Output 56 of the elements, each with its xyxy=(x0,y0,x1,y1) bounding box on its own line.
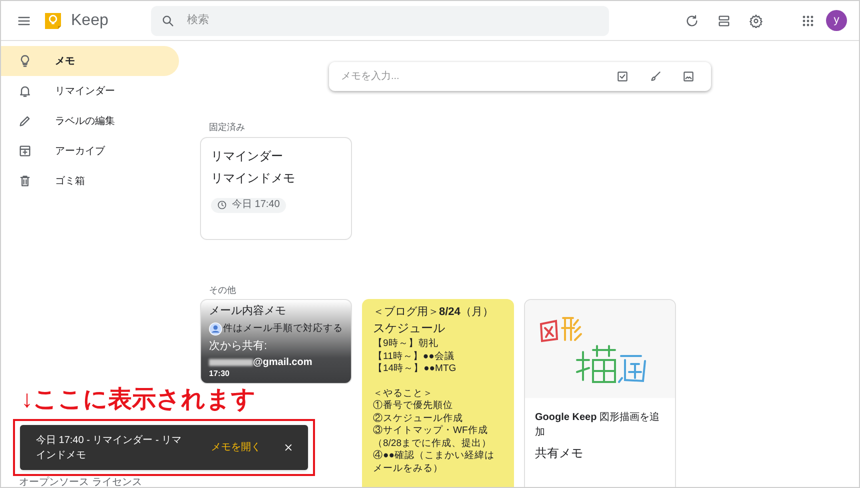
note-line: ＜やること＞ xyxy=(373,388,434,400)
note-card[interactable]: ＜ブログ用＞8/24（月） スケジュール 【9時～】朝礼 【11時～】●●会議 【14時～】●●MTG ＜やること＞ ①番号で優先順位 ②スケジュール作成 ③サイトマップ・WF作成 （8/28までに作成、提出） ④●●確認（こまかい経緯はメールをみる） xyxy=(362,299,514,487)
note-line: 【9時～】朝礼 xyxy=(373,338,440,350)
snackbar-message: 今日 17:40 - リマインダー - リマインドメモ xyxy=(36,434,183,462)
search-icon xyxy=(161,14,175,28)
reminder-chip[interactable]: 今日 17:40 xyxy=(211,198,286,212)
note-title: リマインダー xyxy=(211,148,284,164)
note-title: メール内容メモ xyxy=(209,304,287,319)
note-line: （8/28までに作成、提出） xyxy=(373,438,492,450)
search-input[interactable]: 検索 xyxy=(187,12,599,29)
note-time: 17:30 xyxy=(209,369,230,379)
note-line: 【14時～】●●MTG xyxy=(373,363,458,376)
section-label: 固定済み xyxy=(209,121,246,134)
note-line: 【11時～】●●会議 xyxy=(373,350,456,363)
note-card[interactable]: メール内容メモ 件はメール手順で対応する 次から共有: @gmail.com 17:30 xyxy=(200,299,352,384)
note-text: 件はメール手順で対応する xyxy=(223,322,343,336)
blurred-address xyxy=(209,359,253,366)
settings-icon[interactable] xyxy=(749,14,763,28)
note-line: ③サイトマップ・WF作成 xyxy=(373,425,489,438)
note-line: ②スケジュール作成 xyxy=(373,412,464,425)
shared-label: 次から共有: xyxy=(209,339,268,354)
note-title: ＜ブログ用＞8/24（月） xyxy=(373,304,494,320)
app-name[interactable]: Keep xyxy=(71,8,151,32)
search-field[interactable]: 検索 xyxy=(151,6,609,36)
email-address: @gmail.com xyxy=(253,356,312,369)
bell-icon xyxy=(18,84,32,98)
archive-icon xyxy=(18,144,32,158)
note-input-field[interactable]: メモを入力... xyxy=(329,62,711,91)
person-avatar-icon xyxy=(209,320,222,338)
bulb-logo-icon xyxy=(43,10,63,30)
open-note-button[interactable]: メモを開く xyxy=(211,440,262,455)
note-line: ①番号で優先順位 xyxy=(373,400,454,412)
checkbox-icon[interactable] xyxy=(616,70,629,83)
annotation-text: ↓ここに表示されます xyxy=(21,388,256,412)
avatar[interactable]: y xyxy=(826,10,847,31)
note-input[interactable]: メモを入力... xyxy=(341,69,606,84)
license-link[interactable]: オープンソース ライセンス xyxy=(19,475,142,487)
close-icon[interactable] xyxy=(283,442,294,453)
note-card[interactable]: Google Keep 図形描画を追加 共有メモ xyxy=(524,299,676,487)
pencil-icon xyxy=(18,114,32,128)
clock-icon xyxy=(217,200,227,210)
note-card[interactable]: リマインダー リマインドメモ 今日 17:40 xyxy=(200,136,352,240)
note-text: リマインドメモ xyxy=(211,170,296,186)
section-label: その他 xyxy=(209,284,237,296)
note-title: 共有メモ xyxy=(534,445,584,462)
refresh-icon[interactable] xyxy=(685,14,699,28)
bulb-icon xyxy=(18,54,32,68)
image-icon[interactable] xyxy=(682,70,695,83)
note-text: Google Keep 図形描画を追加 xyxy=(534,410,660,440)
note-title: スケジュール xyxy=(373,320,446,337)
brush-icon[interactable] xyxy=(649,70,662,83)
trash-icon xyxy=(18,174,32,188)
list-view-icon[interactable] xyxy=(717,14,731,28)
sidebar-item[interactable]: メモ xyxy=(1,46,179,76)
note-line: ④●●確認（こまかい経緯はメールをみる） xyxy=(373,450,496,475)
apps-grid-icon[interactable] xyxy=(802,14,814,26)
